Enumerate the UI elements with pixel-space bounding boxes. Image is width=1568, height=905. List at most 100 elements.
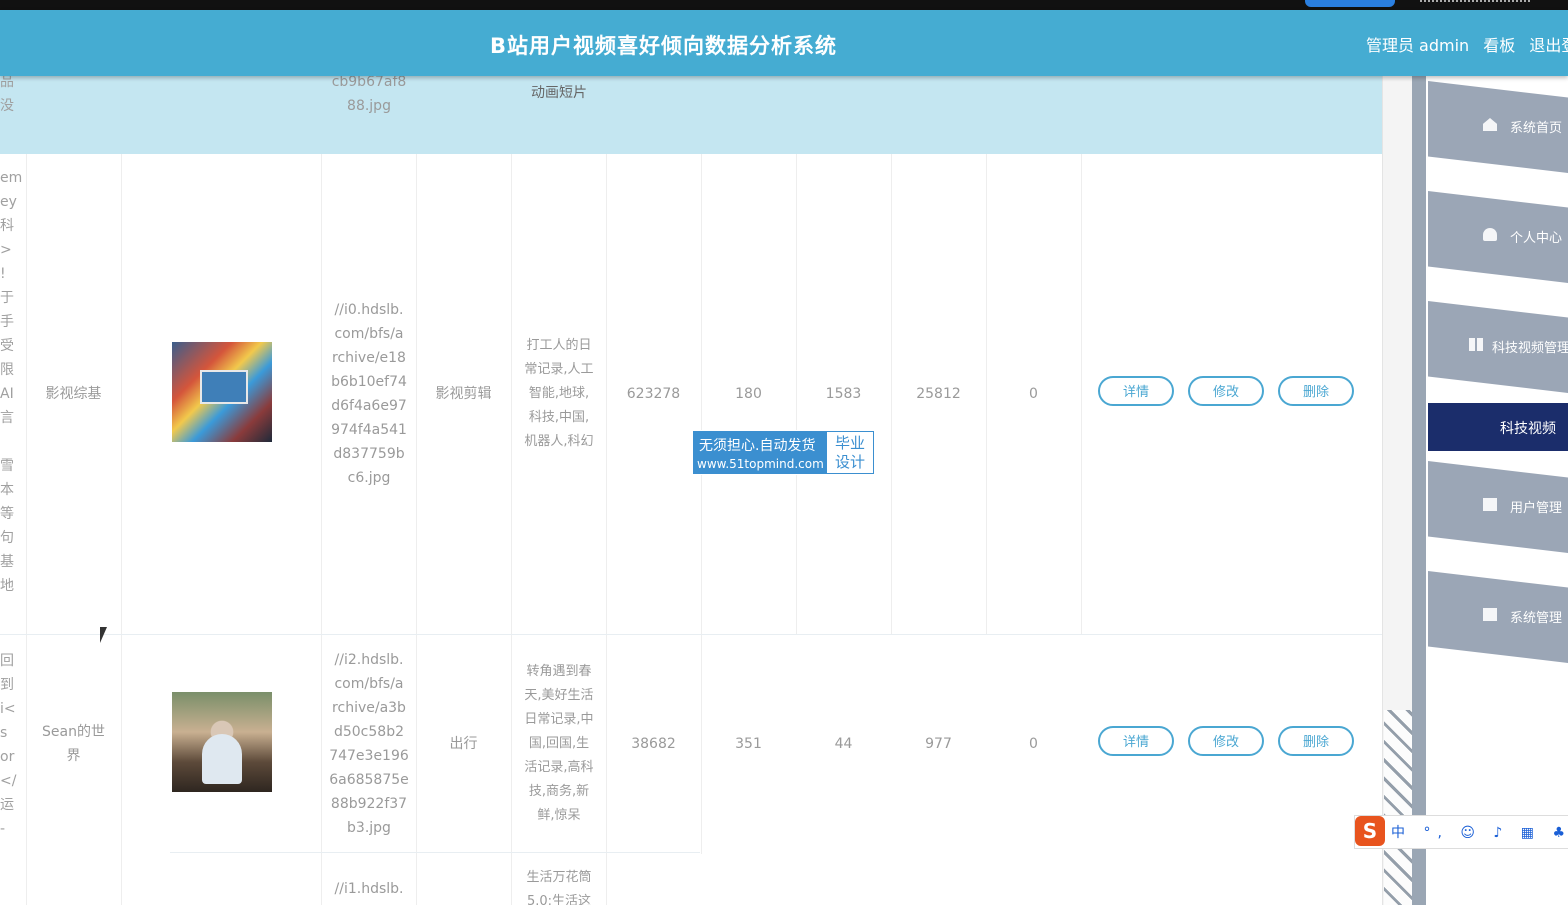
fragment-line [0, 430, 22, 454]
scrollbar-thumb[interactable] [1412, 76, 1426, 905]
table-row-partial-top[interactable]: 品 没 cb9b67af8 88.jpg 动画短片 [0, 76, 1382, 154]
url-line: b6b10ef74 [331, 374, 407, 390]
stat-cell: 180 [735, 386, 762, 402]
grid-icon [1469, 338, 1483, 351]
user-role: 管理员 [1366, 36, 1415, 55]
tag-line: 常记录,人工 [524, 362, 594, 377]
watermark-banner[interactable]: 无须担心.自动发货 www.51topmind.com 毕业 设计 [692, 430, 875, 475]
scrollbar-decoration [1384, 710, 1414, 905]
url-line: d50c58b2 [333, 724, 404, 740]
tags-cell: 转角遇到春 天,美好生活 日常记录,中 国,回国,生 活记录,高科 技,商务,新… [512, 660, 606, 828]
tag-line: 机器人,科幻 [524, 434, 594, 449]
sogou-logo-icon[interactable]: S [1355, 816, 1385, 846]
fragment-line: 基 [0, 554, 14, 570]
sidebar-item-video-management[interactable]: 科技视频管理 [1428, 301, 1568, 393]
window-pill[interactable] [1305, 0, 1395, 7]
sidebar-item-label: 科技视频管理 [1491, 341, 1568, 356]
url-line: 6a685875e [329, 772, 409, 788]
fragment-line: 言 [0, 410, 14, 426]
fragment-line: - [0, 821, 6, 837]
row-divider [0, 634, 1382, 635]
tag-line: 天,美好生活 [524, 688, 594, 703]
sidebar-item-label: 用户管理 [1509, 501, 1562, 516]
fragment-line: 地 [0, 578, 14, 594]
column-divider [416, 154, 417, 905]
delete-button[interactable]: 删除 [1278, 726, 1354, 756]
edit-button[interactable]: 修改 [1188, 726, 1264, 756]
tag-line: 国,回国,生 [528, 736, 590, 751]
column-divider [26, 154, 27, 905]
sidebar-item-home[interactable]: 系统首页 [1428, 81, 1568, 173]
detail-button[interactable]: 详情 [1098, 726, 1174, 756]
sidebar-item-profile[interactable]: 个人中心 [1428, 191, 1568, 283]
tag-line: 科技,中国, [528, 410, 590, 425]
url-line: c6.jpg [347, 470, 391, 486]
tag-line: 鲜,惊呆 [537, 808, 581, 823]
dashboard-link[interactable]: 看板 [1483, 36, 1515, 55]
tag-line: 日常记录,中 [524, 712, 594, 727]
video-thumbnail[interactable] [172, 692, 272, 792]
fragment-line: </ [0, 773, 17, 789]
tags-cell: 生活万花筒 5.0:生活这 [512, 866, 606, 905]
column-divider [121, 154, 122, 905]
row-left-fragment: 回 到 i< s or </ 运 - [0, 649, 22, 841]
row-left-fragment: em ey 科 > ! 于 手 受 限 AI 言 雪 本 等 句 基 地 [0, 166, 22, 598]
logout-link[interactable]: 退出登 [1529, 36, 1568, 55]
badge-line: 设计 [834, 453, 865, 471]
watermark-line2: www.51topmind.com [697, 457, 824, 471]
sidebar-item-tech-video-active[interactable]: 科技视频 [1428, 403, 1568, 451]
url-line: d837759b [333, 446, 405, 462]
mouse-cursor-icon [100, 627, 107, 643]
sidebar-item-system-management[interactable]: 系统管理 [1428, 571, 1568, 663]
author-line: Sean的世 [42, 724, 105, 740]
fragment-line: 没 [0, 98, 14, 114]
fragment-line: 等 [0, 506, 14, 522]
tag-line: 活记录,高科 [524, 760, 594, 775]
url-line: d6f4a6e97 [331, 398, 407, 414]
edit-button[interactable]: 修改 [1188, 376, 1264, 406]
sidebar-item-user-management[interactable]: 用户管理 [1428, 461, 1568, 553]
url-line: 747e3e196 [329, 748, 409, 764]
fragment-line: i< [0, 701, 16, 717]
fragment-line: 回 [0, 653, 14, 669]
category-cell: 动画短片 [531, 85, 587, 101]
image-url-cell: //i2.hdslb. com/bfs/a rchive/a3b d50c58b… [322, 648, 416, 840]
stat-cell: 351 [735, 736, 762, 752]
tag-line: 智能,地球, [528, 386, 590, 401]
sidebar-item-label: 个人中心 [1509, 231, 1562, 246]
row-divider [170, 852, 700, 853]
window-controls[interactable] [1420, 0, 1530, 8]
video-table: 品 没 cb9b67af8 88.jpg 动画短片 em ey 科 > ! 于 … [0, 76, 1382, 905]
fragment-line: > [0, 242, 12, 258]
sidebar-item-label: 系统首页 [1509, 121, 1562, 136]
watermark-line1: 无须担心.自动发货 [699, 438, 816, 454]
tag-line: 转角遇到春 [526, 664, 592, 679]
category-cell: 出行 [449, 736, 478, 752]
sidebar-menu: 系统首页 个人中心 科技视频管理 科技视频 用户管理 系统管理 [1428, 76, 1568, 905]
clipboard-icon [1483, 498, 1497, 511]
ime-toolbar-items[interactable]: 中 °, ☺ ♪ ▦ ♣ ♥ 简 [1391, 822, 1568, 842]
video-thumbnail[interactable] [172, 342, 272, 442]
stat-cell: 977 [925, 736, 952, 752]
url-line: 88.jpg [347, 98, 391, 114]
tag-line: 技,商务,新 [528, 784, 590, 799]
detail-button[interactable]: 详情 [1098, 376, 1174, 406]
views-cell: 38682 [631, 736, 676, 752]
thumbnail-person [202, 734, 242, 784]
tags-cell: 打工人的日 常记录,人工 智能,地球, 科技,中国, 机器人,科幻 [512, 334, 606, 454]
url-line: cb9b67af8 [331, 76, 407, 90]
author-line: 界 [66, 748, 81, 764]
image-url-cell: //i0.hdslb. com/bfs/a rchive/e18 b6b10ef… [322, 298, 416, 490]
image-url-cell: cb9b67af8 88.jpg [322, 76, 416, 118]
fragment-line: 科 [0, 218, 14, 234]
stat-cell: 0 [1029, 386, 1038, 402]
fragment-line: 雪 [0, 458, 14, 474]
thumbnail-inner [200, 370, 248, 404]
fragment-line: 受 [0, 338, 14, 354]
url-line: com/bfs/a [334, 676, 404, 692]
ime-toolbar[interactable]: S 中 °, ☺ ♪ ▦ ♣ ♥ 简 [1354, 815, 1568, 849]
fragment-line: 句 [0, 530, 14, 546]
stat-cell: 0 [1029, 736, 1038, 752]
delete-button[interactable]: 删除 [1278, 376, 1354, 406]
column-divider [1081, 154, 1082, 634]
